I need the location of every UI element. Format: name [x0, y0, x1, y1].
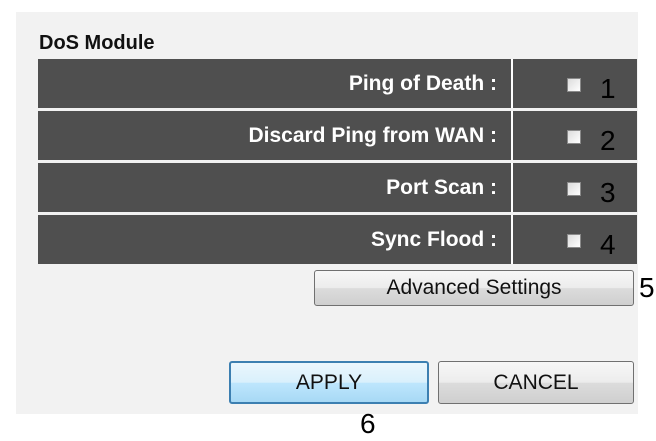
annotation-number: 5 [639, 272, 655, 303]
dos-row-label: Ping of Death : [38, 59, 513, 108]
dos-row-check-cell [513, 215, 637, 264]
dos-row-label: Port Scan : [38, 163, 513, 212]
dos-row-sync-flood: Sync Flood : [38, 215, 637, 264]
port-scan-checkbox[interactable] [567, 182, 581, 196]
dos-row-label: Sync Flood : [38, 215, 513, 264]
dos-row-check-cell [513, 59, 637, 108]
dos-row-port-scan: Port Scan : [38, 163, 637, 212]
annotation-number: 6 [360, 408, 376, 439]
discard-ping-from-wan-checkbox[interactable] [567, 130, 581, 144]
sync-flood-checkbox[interactable] [567, 234, 581, 248]
annotation-number: 3 [600, 177, 616, 208]
dos-options-table: Ping of Death : Discard Ping from WAN : … [38, 59, 637, 264]
dos-row-label: Discard Ping from WAN : [38, 111, 513, 160]
dos-row-check-cell [513, 163, 637, 212]
dos-row-discard-ping-from-wan: Discard Ping from WAN : [38, 111, 637, 160]
cancel-button[interactable]: CANCEL [438, 361, 634, 404]
advanced-settings-button[interactable]: Advanced Settings [314, 270, 634, 306]
section-title: DoS Module [39, 32, 155, 54]
dos-row-ping-of-death: Ping of Death : [38, 59, 637, 108]
annotation-number: 1 [600, 73, 616, 104]
dos-row-check-cell [513, 111, 637, 160]
annotation-number: 2 [600, 125, 616, 156]
ping-of-death-checkbox[interactable] [567, 78, 581, 92]
annotation-number: 4 [600, 229, 616, 260]
apply-button[interactable]: APPLY [229, 361, 429, 404]
